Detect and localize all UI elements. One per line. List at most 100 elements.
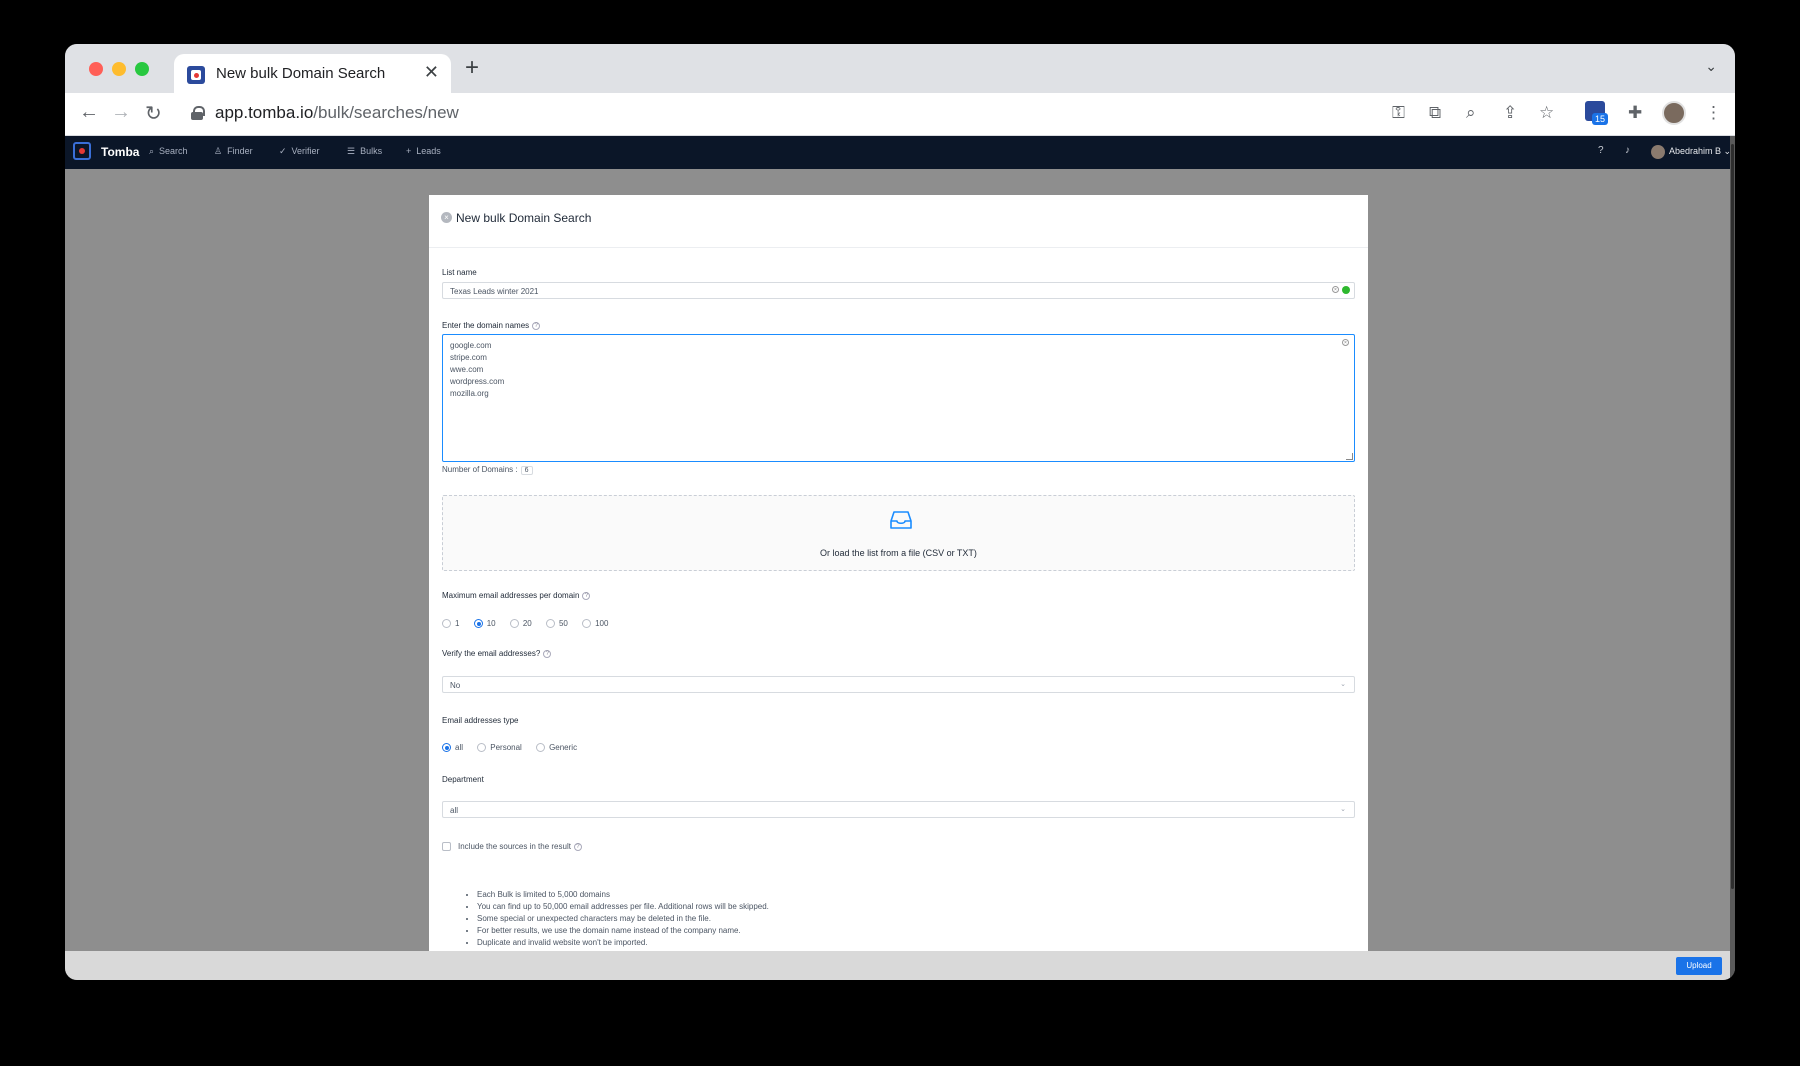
open-external-icon[interactable]: ⧉	[1429, 103, 1441, 123]
radio-icon	[582, 619, 592, 629]
notification-bell-icon[interactable]: ♪	[1625, 145, 1630, 156]
radio-icon	[545, 619, 555, 629]
help-icon[interactable]: ?	[532, 321, 541, 330]
maximize-window-button[interactable]	[135, 62, 149, 76]
help-icon[interactable]: ?	[573, 842, 582, 851]
tomba-favicon-icon	[187, 66, 205, 84]
bulk-domain-search-modal: × New bulk Domain Search List name Texas…	[429, 195, 1368, 955]
upload-button[interactable]: Upload	[1676, 957, 1722, 975]
dropzone-text: Or load the list from a file (CSV or TXT…	[820, 548, 977, 558]
close-tab-icon[interactable]: ✕	[424, 62, 439, 83]
list-name-label: List name	[442, 268, 477, 277]
inbox-icon	[890, 511, 912, 529]
tab-title: New bulk Domain Search	[216, 65, 386, 82]
include-sources-label: Include the sources in the result?	[458, 842, 582, 851]
radio-icon	[477, 743, 487, 753]
scrollbar-thumb[interactable]	[1731, 144, 1734, 889]
tab-strip: New bulk Domain Search ✕ + ⌄	[65, 44, 1735, 93]
valid-check-icon	[1342, 286, 1350, 294]
bookmark-star-icon[interactable]: ☆	[1539, 103, 1554, 123]
plus-icon: +	[406, 146, 412, 156]
domain-line: stripe.com	[450, 353, 487, 362]
radio-icon	[509, 619, 519, 629]
app-navbar: Tomba ⌕ Search ♙ Finder ✓ Verifier ☰ Bulks +…	[65, 136, 1731, 169]
forward-icon[interactable]: →	[111, 101, 131, 124]
note-item: You can find up to 50,000 email addresse…	[477, 901, 769, 913]
radio-option-10[interactable]: 10	[473, 619, 496, 629]
department-label: Department	[442, 775, 484, 784]
reload-icon[interactable]: ↻	[145, 101, 162, 126]
user-menu[interactable]: Abedrahim B ⌄	[1669, 146, 1731, 157]
domain-line: wordpress.com	[450, 377, 505, 386]
radio-selected-icon	[473, 619, 483, 629]
nav-verifier[interactable]: ✓ Verifier	[279, 146, 320, 157]
zoom-icon[interactable]: ⌕	[1466, 103, 1476, 123]
minimize-window-button[interactable]	[112, 62, 126, 76]
note-item: Some special or unexpected characters ma…	[477, 913, 769, 925]
extensions-puzzle-icon[interactable]: ✚	[1628, 103, 1642, 123]
domains-textarea[interactable]: google.com stripe.com wwe.com wordpress.…	[442, 334, 1355, 462]
user-icon: ♙	[214, 146, 223, 156]
nav-search[interactable]: ⌕ Search	[149, 146, 188, 157]
department-select[interactable]: all ⌄	[442, 801, 1355, 818]
domains-label: Enter the domain names?	[442, 321, 541, 330]
browser-tab[interactable]: New bulk Domain Search ✕	[174, 54, 451, 93]
list-name-input[interactable]: Texas Leads winter 2021	[442, 282, 1355, 299]
chevron-down-icon: ⌄	[1340, 806, 1346, 813]
radio-option-1[interactable]: 1	[442, 619, 459, 629]
radio-option-generic[interactable]: Generic	[536, 743, 577, 753]
new-tab-button[interactable]: +	[465, 54, 479, 82]
radio-option-20[interactable]: 20	[509, 619, 532, 629]
browser-window: New bulk Domain Search ✕ + ⌄ ← → ↻ app.t…	[65, 44, 1735, 980]
domain-line: wwe.com	[450, 365, 484, 374]
email-type-radio-group: all Personal Generic	[442, 743, 589, 753]
file-upload-dropzone[interactable]: Or load the list from a file (CSV or TXT…	[442, 495, 1355, 571]
max-emails-label: Maximum email addresses per domain?	[442, 591, 591, 600]
domain-count-value: 6	[520, 466, 533, 475]
email-type-label: Email addresses type	[442, 716, 519, 725]
close-modal-icon[interactable]: ×	[441, 212, 452, 223]
domain-count: Number of Domains :6	[442, 465, 533, 475]
search-icon: ⌕	[149, 146, 155, 156]
domain-line: mozilla.org	[450, 389, 489, 398]
help-icon[interactable]: ?	[582, 591, 591, 600]
help-icon[interactable]: ?	[1598, 145, 1604, 156]
radio-option-100[interactable]: 100	[582, 619, 608, 629]
key-icon[interactable]: ⚿	[1392, 103, 1405, 123]
footer-bar	[65, 951, 1730, 980]
resize-handle-icon[interactable]	[1346, 453, 1353, 460]
browser-toolbar: ← → ↻ app.tomba.io/bulk/searches/new ⚿ ⧉…	[65, 93, 1735, 136]
note-item: Duplicate and invalid website won't be i…	[477, 937, 769, 949]
close-window-button[interactable]	[89, 62, 103, 76]
modal-title: New bulk Domain Search	[456, 211, 592, 225]
max-emails-radio-group: 1 10 20 50 100	[442, 619, 620, 629]
nav-leads[interactable]: + Leads	[406, 146, 441, 156]
bulk-notes-list: Each Bulk is limited to 5,000 domains Yo…	[467, 889, 769, 949]
help-icon[interactable]: ?	[543, 649, 552, 658]
radio-icon	[536, 743, 546, 753]
lock-icon	[191, 106, 205, 120]
radio-icon	[442, 619, 451, 629]
browser-menu-icon[interactable]: ⋮	[1705, 103, 1722, 123]
radio-option-all[interactable]: all	[442, 743, 463, 753]
back-icon[interactable]: ←	[79, 101, 99, 124]
radio-option-personal[interactable]: Personal	[477, 743, 522, 753]
modal-header: × New bulk Domain Search	[429, 195, 1368, 248]
verify-select[interactable]: No ⌄	[442, 676, 1355, 693]
tab-search-chevron-icon[interactable]: ⌄	[1705, 58, 1717, 75]
nav-bulks[interactable]: ☰ Bulks	[347, 146, 382, 157]
share-icon[interactable]: ⇪	[1503, 103, 1517, 123]
note-item: Each Bulk is limited to 5,000 domains	[477, 889, 769, 901]
clear-input-icon[interactable]: ×	[1332, 286, 1339, 293]
brand-name[interactable]: Tomba	[101, 145, 139, 159]
profile-avatar[interactable]	[1662, 101, 1686, 125]
include-sources-checkbox[interactable]	[442, 842, 451, 851]
tomba-logo-icon[interactable]	[73, 142, 91, 160]
chevron-down-icon: ⌄	[1340, 681, 1346, 688]
list-icon: ☰	[347, 146, 356, 156]
clear-textarea-icon[interactable]: ×	[1342, 339, 1349, 346]
nav-finder[interactable]: ♙ Finder	[214, 146, 253, 157]
address-bar[interactable]: app.tomba.io/bulk/searches/new	[191, 97, 1421, 131]
user-avatar[interactable]	[1651, 145, 1665, 159]
radio-option-50[interactable]: 50	[545, 619, 568, 629]
